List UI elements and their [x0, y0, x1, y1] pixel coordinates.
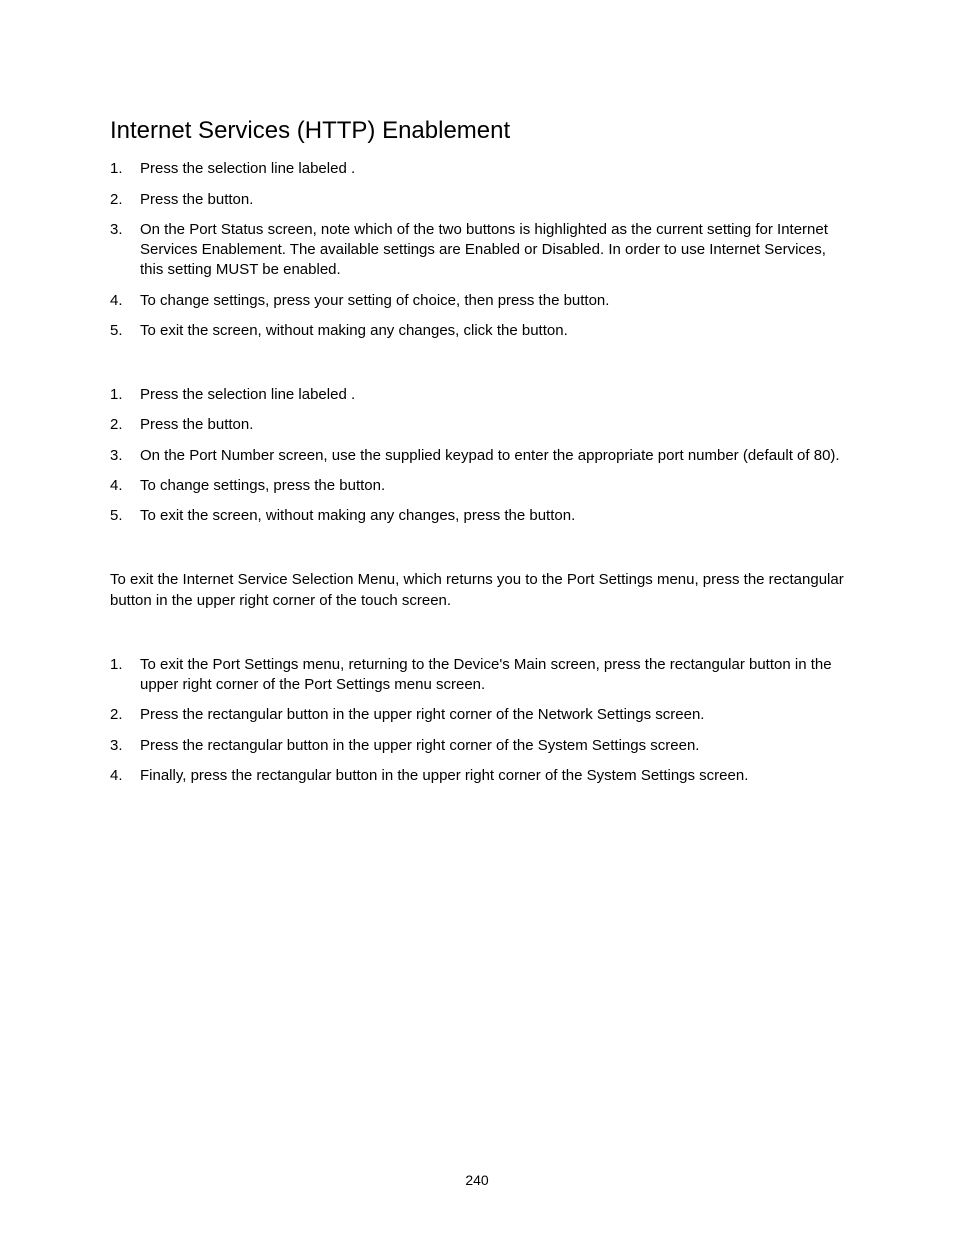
list-item: Press the button. — [110, 415, 848, 435]
list-item: Press the rectangular button in the uppe… — [110, 736, 848, 756]
list-item: To exit the screen, without making any c… — [110, 321, 848, 341]
list-item: Press the selection line labeled . — [110, 159, 848, 179]
body-paragraph: To exit the Internet Service Selection M… — [110, 570, 848, 611]
list-item: Press the selection line labeled . — [110, 385, 848, 405]
list-item: To exit the screen, without making any c… — [110, 506, 848, 526]
list-item: To change settings, press your setting o… — [110, 291, 848, 311]
list-item: Finally, press the rectangular button in… — [110, 766, 848, 786]
steps-list-3: To exit the Port Settings menu, returnin… — [110, 655, 848, 786]
document-page: Internet Services (HTTP) Enablement Pres… — [0, 0, 954, 786]
steps-list-2: Press the selection line labeled . Press… — [110, 385, 848, 526]
page-number: 240 — [0, 1171, 954, 1190]
steps-list-1: Press the selection line labeled . Press… — [110, 159, 848, 341]
list-item: Press the rectangular button in the uppe… — [110, 705, 848, 725]
list-item: On the Port Number screen, use the suppl… — [110, 446, 848, 466]
list-item: To exit the Port Settings menu, returnin… — [110, 655, 848, 696]
list-item: Press the button. — [110, 190, 848, 210]
list-item: On the Port Status screen, note which of… — [110, 220, 848, 281]
list-item: To change settings, press the button. — [110, 476, 848, 496]
page-title: Internet Services (HTTP) Enablement — [110, 115, 848, 147]
